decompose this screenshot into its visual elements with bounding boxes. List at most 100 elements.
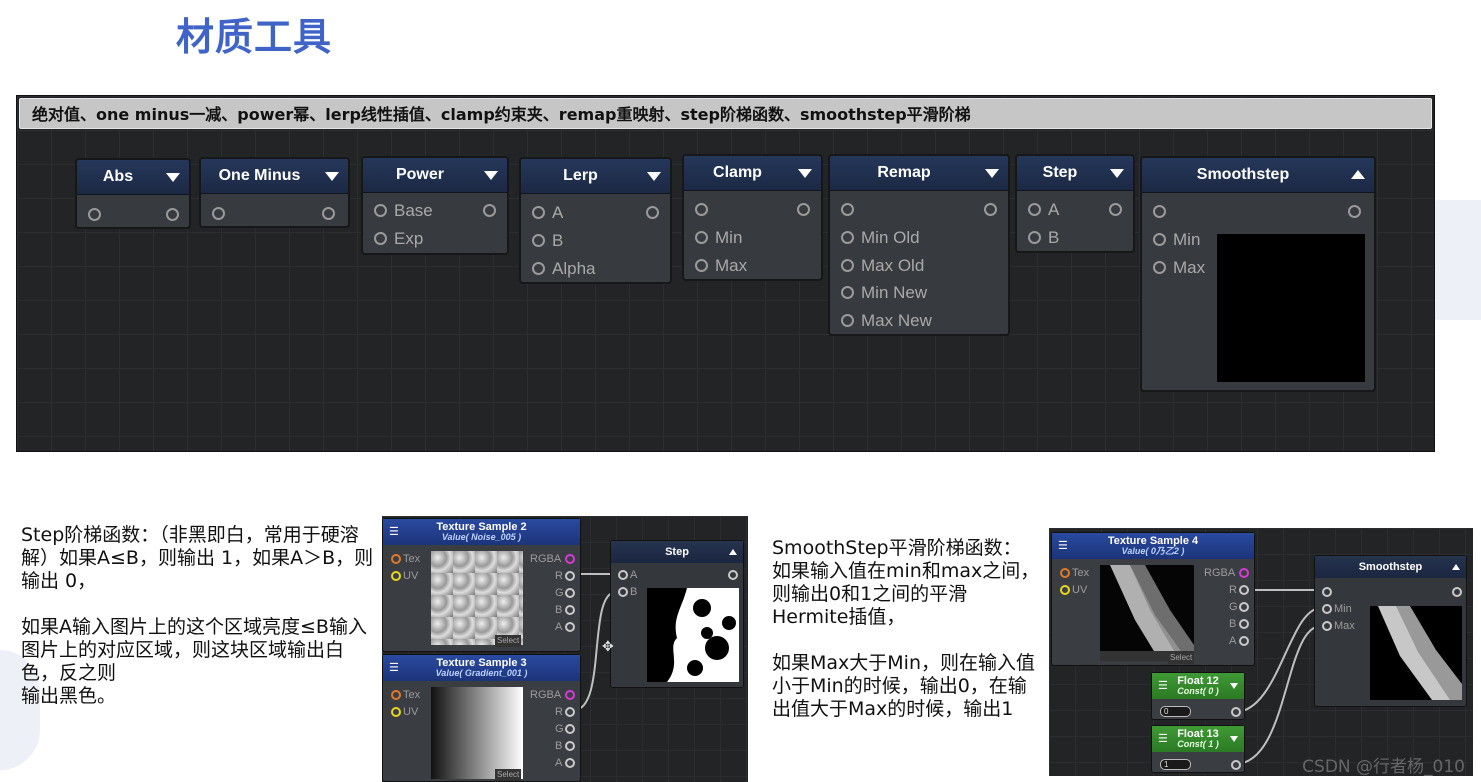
uv-input-port[interactable] <box>391 707 401 717</box>
output-port[interactable] <box>1348 205 1361 218</box>
tex-input-port[interactable] <box>391 554 401 564</box>
output-port[interactable] <box>797 203 810 216</box>
port-label: B <box>1229 618 1237 630</box>
output-port[interactable] <box>1231 760 1241 770</box>
input-port-exp[interactable] <box>374 232 387 245</box>
dropdown-arrow-icon[interactable] <box>166 173 180 182</box>
b-output-port[interactable] <box>565 741 575 751</box>
dropdown-arrow-icon[interactable] <box>1230 683 1238 689</box>
input-port-a[interactable] <box>1028 203 1041 216</box>
a-output-port[interactable] <box>565 622 575 632</box>
input-port[interactable] <box>1153 205 1166 218</box>
b-output-port[interactable] <box>565 605 575 615</box>
dropdown-arrow-icon[interactable] <box>325 172 339 181</box>
input-port-b[interactable] <box>1028 231 1041 244</box>
input-port-max[interactable] <box>695 259 708 272</box>
output-port[interactable] <box>166 208 179 221</box>
input-port-a[interactable] <box>532 206 545 219</box>
dropdown-arrow-icon[interactable] <box>798 169 812 178</box>
input-port-min[interactable] <box>1153 233 1166 246</box>
smoothstep-description: SmoothStep平滑阶梯函数：如果输入值在min和max之间，则输出0和1之… <box>772 537 1040 721</box>
texture-sample-4-node[interactable]: ☰ Texture Sample 4 Value( 0乃乙2 ) Tex UV … <box>1051 532 1255 666</box>
collapse-arrow-icon[interactable] <box>1452 564 1460 570</box>
a-output-port[interactable] <box>565 758 575 768</box>
float-12-node[interactable]: ☰ Float 12 Const( 0 ) 0 <box>1151 672 1245 720</box>
input-port-base[interactable] <box>374 204 387 217</box>
input-port-max[interactable] <box>1153 261 1166 274</box>
input-port-max-new[interactable] <box>841 314 854 327</box>
dropdown-arrow-icon[interactable] <box>985 169 999 178</box>
tex-input-port[interactable] <box>391 690 401 700</box>
select-button[interactable]: Select <box>495 769 522 781</box>
dropdown-arrow-icon[interactable] <box>1110 169 1124 178</box>
g-output-port[interactable] <box>1239 602 1249 612</box>
input-port-a[interactable] <box>618 570 628 580</box>
panel-header: 绝对值、one minus一减、power幂、lerp线性插值、clamp约束夹… <box>19 98 1432 129</box>
input-port-min[interactable] <box>695 231 708 244</box>
dropdown-arrow-icon[interactable] <box>1230 736 1238 742</box>
output-port[interactable] <box>322 207 335 220</box>
input-port[interactable] <box>212 207 225 220</box>
input-port[interactable] <box>695 203 708 216</box>
step-node[interactable]: Step A B <box>1015 154 1135 253</box>
lerp-node[interactable]: Lerp A B Alpha <box>519 157 672 284</box>
float-value-field[interactable]: 0 <box>1160 706 1191 717</box>
uv-input-port[interactable] <box>391 571 401 581</box>
input-port-max-old[interactable] <box>841 259 854 272</box>
port-label: A <box>555 757 563 769</box>
dropdown-arrow-icon[interactable] <box>647 172 661 181</box>
step-text-p2: 如果A输入图片上的这个区域亮度≤B输入图片上的对应区域，则这块区域输出白色，反之… <box>21 616 367 684</box>
float-13-node[interactable]: ☰ Float 13 Const( 1 ) 1 <box>1151 725 1245 773</box>
a-output-port[interactable] <box>1239 636 1249 646</box>
tex-input-port[interactable] <box>1060 568 1070 578</box>
collapse-arrow-icon[interactable] <box>729 549 737 555</box>
input-port[interactable] <box>88 208 101 221</box>
input-port-b[interactable] <box>618 587 628 597</box>
output-port[interactable] <box>1231 707 1241 717</box>
remap-node[interactable]: Remap Min Old Max Old Min New Max New <box>828 154 1010 336</box>
input-port[interactable] <box>1322 587 1332 597</box>
output-port[interactable] <box>728 570 738 580</box>
output-port[interactable] <box>1109 203 1122 216</box>
output-port[interactable] <box>1452 587 1462 597</box>
step-output-preview <box>647 588 739 682</box>
r-output-port[interactable] <box>1239 585 1249 595</box>
input-port-b[interactable] <box>532 234 545 247</box>
clamp-node[interactable]: Clamp Min Max <box>682 154 823 281</box>
input-port-min-new[interactable] <box>841 286 854 299</box>
collapse-arrow-icon[interactable] <box>1351 170 1365 179</box>
select-button[interactable]: Select <box>495 635 522 647</box>
input-port-min[interactable] <box>1322 604 1332 614</box>
input-port-min-old[interactable] <box>841 231 854 244</box>
input-port[interactable] <box>841 203 854 216</box>
r-output-port[interactable] <box>565 571 575 581</box>
g-output-port[interactable] <box>565 724 575 734</box>
uv-input-port[interactable] <box>1060 585 1070 595</box>
rgba-output-port[interactable] <box>565 554 575 564</box>
output-port[interactable] <box>483 204 496 217</box>
port-label: Tex <box>403 553 421 565</box>
port-label: A <box>1229 635 1237 647</box>
port-label: B <box>555 740 563 752</box>
texture-sample-2-node[interactable]: ☰ Texture Sample 2 Value( Noise_005 ) Te… <box>382 518 581 652</box>
one-minus-node[interactable]: One Minus <box>199 157 350 228</box>
step-node[interactable]: Step A B <box>610 540 744 688</box>
smoothstep-node[interactable]: Smoothstep Min Max <box>1140 156 1376 392</box>
abs-node[interactable]: Abs <box>75 158 191 229</box>
smoothstep-node[interactable]: Smoothstep Min Max <box>1314 555 1467 707</box>
float-value-field[interactable]: 1 <box>1160 759 1191 770</box>
input-port-max[interactable] <box>1322 621 1332 631</box>
rgba-output-port[interactable] <box>565 690 575 700</box>
output-port[interactable] <box>646 206 659 219</box>
r-output-port[interactable] <box>565 707 575 717</box>
input-port-alpha[interactable] <box>532 262 545 275</box>
select-button[interactable]: Select <box>1168 652 1195 664</box>
output-port[interactable] <box>984 203 997 216</box>
texture-sample-3-node[interactable]: ☰ Texture Sample 3 Value( Gradient_001 )… <box>382 654 581 782</box>
rgba-output-port[interactable] <box>1239 568 1249 578</box>
power-node[interactable]: Power Base Exp <box>361 156 509 255</box>
dropdown-arrow-icon[interactable] <box>484 171 498 180</box>
b-output-port[interactable] <box>1239 619 1249 629</box>
g-output-port[interactable] <box>565 588 575 598</box>
step-description: Step阶梯函数：（非黑即白，常用于硬溶解）如果A≤B，则输出 1，如果A＞B，… <box>21 524 378 708</box>
